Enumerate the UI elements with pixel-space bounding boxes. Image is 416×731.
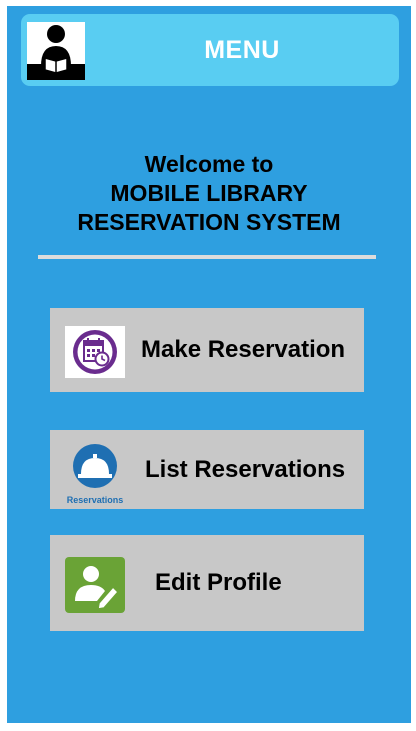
welcome-line-2: MOBILE LIBRARY xyxy=(110,180,308,206)
reader-icon xyxy=(27,22,85,80)
service-bell-icon: Reservations xyxy=(65,442,125,506)
make-reservation-label: Make Reservation xyxy=(141,336,346,363)
edit-profile-button[interactable]: Edit Profile xyxy=(50,535,364,631)
calendar-clock-icon xyxy=(65,326,125,378)
menu-title: MENU xyxy=(204,36,280,64)
list-reservations-label: List Reservations xyxy=(145,455,346,483)
menu-header: MENU xyxy=(21,14,399,86)
reservations-caption: Reservations xyxy=(67,495,124,505)
welcome-line-1: Welcome to xyxy=(144,151,274,177)
user-edit-icon xyxy=(65,557,125,613)
app-screen: MENU Welcome to MOBILE LIBRARY RESERVATI… xyxy=(7,6,411,723)
welcome-text: Welcome to MOBILE LIBRARY RESERVATION SY… xyxy=(7,150,411,237)
welcome-line-3: RESERVATION SYSTEM xyxy=(77,209,341,235)
edit-profile-label: Edit Profile xyxy=(155,569,282,596)
divider xyxy=(38,255,376,259)
list-reservations-button[interactable]: Reservations List Reservations xyxy=(50,430,364,509)
make-reservation-button[interactable]: Make Reservation xyxy=(50,308,364,392)
